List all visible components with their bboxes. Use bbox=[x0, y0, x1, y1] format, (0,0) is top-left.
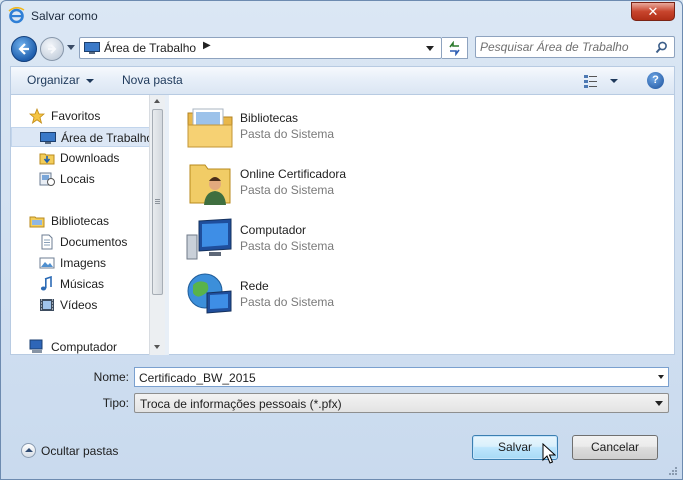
sidebar-item-computador[interactable]: Computador bbox=[11, 337, 151, 357]
list-item[interactable]: Online Certificadora Pasta do Sistema bbox=[185, 159, 485, 211]
item-name: Rede bbox=[240, 279, 269, 293]
change-view-button[interactable] bbox=[583, 73, 623, 89]
window-title: Salvar como bbox=[31, 9, 98, 23]
sidebar-item-videos[interactable]: Vídeos bbox=[11, 295, 151, 315]
item-name: Bibliotecas bbox=[240, 111, 299, 125]
desktop-icon bbox=[40, 132, 56, 144]
title-bar[interactable]: Salvar como ✕ bbox=[1, 1, 682, 31]
file-name-combobox[interactable] bbox=[134, 367, 669, 387]
search-box[interactable] bbox=[475, 36, 675, 58]
navigation-pane: Favoritos Área de Trabalho Downloads Loc… bbox=[10, 95, 165, 355]
new-folder-button[interactable]: Nova pasta bbox=[122, 73, 183, 87]
nav-pane-scrollbar[interactable] bbox=[149, 95, 165, 355]
file-type-select[interactable]: Troca de informações pessoais (*.pfx) bbox=[134, 393, 669, 413]
arrow-right-icon bbox=[48, 44, 57, 54]
chevron-down-icon[interactable] bbox=[658, 375, 664, 379]
refresh-button[interactable] bbox=[442, 37, 468, 59]
breadcrumb[interactable]: Área de Trabalho bbox=[104, 41, 196, 55]
resize-grip-icon[interactable] bbox=[668, 466, 678, 476]
item-type: Pasta do Sistema bbox=[240, 239, 335, 253]
documents-icon bbox=[41, 234, 53, 250]
star-icon bbox=[29, 108, 45, 124]
list-item[interactable]: Bibliotecas Pasta do Sistema bbox=[185, 103, 485, 155]
file-list: Bibliotecas Pasta do Sistema Online Cert… bbox=[169, 95, 675, 355]
file-name-input[interactable] bbox=[139, 370, 639, 385]
item-name: Computador bbox=[240, 223, 307, 237]
item-type: Pasta do Sistema bbox=[240, 183, 335, 197]
list-item[interactable]: Rede Pasta do Sistema bbox=[185, 271, 485, 323]
libraries-folder-icon bbox=[187, 108, 233, 148]
address-bar[interactable]: Área de Trabalho ▶ bbox=[79, 37, 442, 59]
organize-button[interactable]: Organizar bbox=[27, 73, 94, 87]
libraries-icon bbox=[29, 216, 45, 228]
network-icon bbox=[187, 273, 232, 314]
file-type-value: Troca de informações pessoais (*.pfx) bbox=[140, 397, 342, 411]
sidebar-item-favoritos[interactable]: Favoritos bbox=[11, 106, 151, 126]
sidebar-item-label: Bibliotecas bbox=[51, 214, 110, 228]
sidebar-item-locais[interactable]: Locais bbox=[11, 169, 151, 189]
scroll-thumb[interactable] bbox=[152, 109, 163, 295]
arrow-left-icon bbox=[18, 43, 29, 55]
sidebar-item-label: Locais bbox=[60, 172, 95, 186]
sidebar-item-imagens[interactable]: Imagens bbox=[11, 253, 151, 273]
grip-line bbox=[155, 203, 160, 204]
grip-line bbox=[155, 201, 160, 202]
grip-line bbox=[155, 199, 160, 200]
item-type: Pasta do Sistema bbox=[240, 295, 335, 309]
user-folder-icon bbox=[189, 164, 231, 205]
desktop-icon bbox=[84, 42, 100, 54]
close-button[interactable]: ✕ bbox=[631, 2, 675, 21]
recent-locations-dropdown[interactable] bbox=[67, 45, 75, 50]
computer-icon bbox=[186, 218, 232, 260]
scroll-up-arrow-icon[interactable] bbox=[154, 99, 160, 103]
internet-explorer-icon bbox=[8, 7, 25, 24]
sidebar-item-label: Favoritos bbox=[51, 109, 101, 123]
sidebar-item-label: Computador bbox=[51, 340, 118, 354]
sidebar-item-bibliotecas[interactable]: Bibliotecas bbox=[11, 211, 151, 231]
sidebar-item-downloads[interactable]: Downloads bbox=[11, 148, 151, 168]
back-button[interactable] bbox=[11, 36, 37, 62]
help-button[interactable]: ? bbox=[647, 72, 664, 89]
chevron-down-icon bbox=[85, 78, 94, 83]
item-name: Online Certificadora bbox=[240, 167, 347, 181]
chevron-right-icon[interactable]: ▶ bbox=[203, 40, 211, 51]
scroll-down-arrow-icon[interactable] bbox=[154, 345, 160, 349]
sidebar-item-label: Imagens bbox=[60, 256, 107, 270]
chevron-down-icon bbox=[655, 401, 663, 406]
sidebar-item-area-de-trabalho[interactable]: Área de Trabalho bbox=[11, 127, 154, 147]
mouse-cursor-icon bbox=[542, 443, 556, 464]
item-type: Pasta do Sistema bbox=[240, 127, 335, 141]
cancel-button[interactable]: Cancelar bbox=[572, 435, 658, 460]
save-as-dialog: Salvar como ✕ Área de Trabalho ▶ Pesquis… bbox=[0, 0, 683, 480]
collapse-icon bbox=[21, 443, 36, 458]
sidebar-item-label: Área de Trabalho bbox=[61, 131, 154, 145]
list-item[interactable]: Computador Pasta do Sistema bbox=[185, 215, 485, 267]
music-icon bbox=[40, 276, 52, 291]
search-input[interactable] bbox=[480, 39, 650, 55]
view-options-icon bbox=[584, 75, 618, 88]
file-name-label: Nome: bbox=[93, 370, 129, 384]
forward-button[interactable] bbox=[40, 37, 64, 61]
videos-icon bbox=[40, 299, 54, 311]
command-bar: Organizar Nova pasta ? bbox=[10, 66, 675, 95]
organize-label: Organizar bbox=[27, 73, 80, 87]
sidebar-item-label: Músicas bbox=[60, 277, 105, 291]
file-type-label: Tipo: bbox=[102, 396, 129, 410]
sidebar-item-label: Downloads bbox=[60, 151, 120, 165]
sidebar-item-musicas[interactable]: Músicas bbox=[11, 274, 151, 294]
pictures-icon bbox=[39, 257, 55, 269]
sidebar-item-label: Documentos bbox=[60, 235, 128, 249]
chevron-down-icon[interactable] bbox=[426, 46, 434, 51]
sidebar-item-documentos[interactable]: Documentos bbox=[11, 232, 151, 252]
hide-folders-label: Ocultar pastas bbox=[41, 444, 119, 458]
recent-places-icon bbox=[39, 172, 55, 186]
sidebar-item-label: Vídeos bbox=[60, 298, 98, 312]
refresh-icon bbox=[449, 41, 460, 56]
search-icon[interactable] bbox=[655, 41, 668, 54]
computer-icon bbox=[29, 339, 43, 353]
downloads-icon bbox=[39, 153, 55, 165]
